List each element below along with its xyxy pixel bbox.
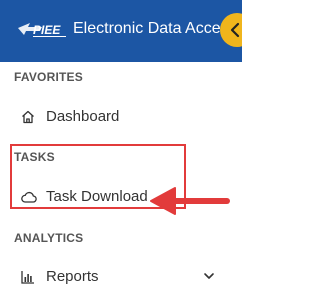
chevron-down-icon[interactable]	[203, 272, 215, 280]
section-header-favorites: FAVORITES	[14, 70, 83, 84]
piee-logo: PIEE	[18, 23, 66, 37]
sidebar-item-reports[interactable]: Reports	[0, 262, 242, 292]
app-header: PIEE Electronic Data Access	[0, 0, 242, 62]
sidebar-item-dashboard[interactable]: Dashboard	[0, 102, 242, 132]
sidebar-item-label: Dashboard	[46, 108, 120, 125]
bar-chart-icon	[21, 271, 34, 284]
sidebar: FAVORITES Dashboard TASKS Task Download …	[0, 62, 242, 303]
section-header-tasks: TASKS	[14, 150, 55, 164]
sidebar-item-task-download[interactable]: Task Download	[0, 182, 242, 212]
chevron-left-icon	[230, 22, 240, 38]
home-icon	[22, 110, 34, 124]
section-header-analytics: ANALYTICS	[14, 231, 84, 245]
svg-text:PIEE: PIEE	[33, 23, 61, 37]
sidebar-collapse-button[interactable]	[220, 13, 242, 47]
app-title: Electronic Data Access	[73, 20, 237, 37]
sidebar-item-label: Reports	[46, 268, 99, 285]
cloud-icon	[21, 191, 37, 203]
sidebar-item-label: Task Download	[46, 188, 148, 205]
